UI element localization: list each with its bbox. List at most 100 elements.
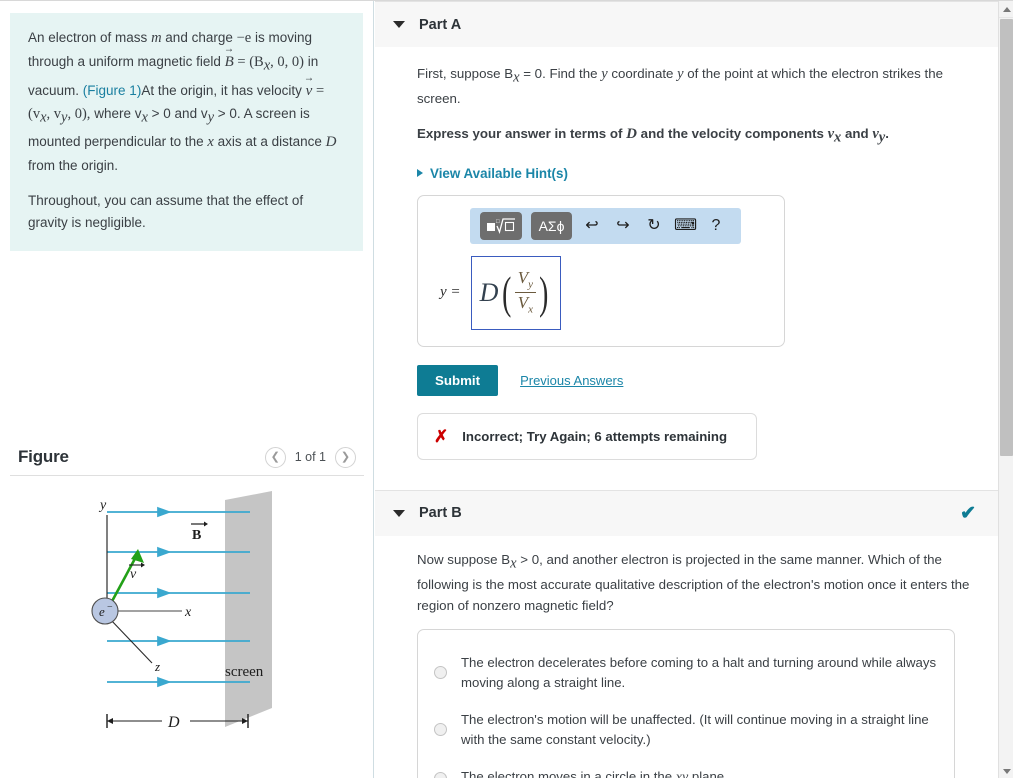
- problem-text: axis at a distance: [213, 134, 326, 150]
- svg-text:□: □: [496, 219, 500, 225]
- submit-button[interactable]: Submit: [417, 364, 499, 396]
- previous-answers-link[interactable]: Previous Answers: [520, 373, 623, 388]
- redo-arrow-icon[interactable]: ↪: [612, 217, 634, 234]
- part-b-header[interactable]: Part B ✔: [375, 489, 998, 536]
- radio-button[interactable]: [434, 771, 447, 778]
- problem-panel: An electron of mass m and charge −e is m…: [0, 1, 374, 778]
- option-text-part: plane.: [688, 769, 728, 778]
- scrollbar-track-divider: [999, 17, 1013, 18]
- problem-text: = (B: [233, 54, 264, 71]
- electron-label: e: [99, 604, 105, 619]
- symbol-charge: −e: [236, 30, 252, 46]
- questions-panel: Part A First, suppose B x = 0. Find the y…: [375, 1, 998, 778]
- numerator-var: V: [517, 268, 529, 288]
- radio-button[interactable]: [434, 723, 447, 737]
- view-hints-link[interactable]: View Available Hint(s): [417, 166, 568, 181]
- part-a-body: First, suppose B x = 0. Find the y coordi…: [375, 47, 998, 468]
- greek-symbols-button[interactable]: ΑΣϕ: [531, 211, 572, 240]
- reset-circular-arrow-icon[interactable]: ↻: [643, 217, 665, 234]
- part-a-instruction: Express your answer in terms of D and th…: [417, 123, 970, 149]
- radio-button[interactable]: [434, 666, 447, 680]
- math-toolbar: □ ΑΣϕ ↩ ↪ ↻ ⌨ ?: [470, 207, 741, 244]
- instruction-text: and the velocity components: [636, 125, 828, 141]
- scrollbar-thumb[interactable]: [1000, 19, 1013, 456]
- close-paren: ): [539, 266, 549, 318]
- question-text: = 0. Find the: [519, 66, 602, 81]
- z-axis-label: z: [154, 659, 160, 674]
- physics-figure[interactable]: e − y x z v B screen D: [0, 483, 373, 758]
- part-a-section: Part A First, suppose B x = 0. Find the y…: [375, 1, 998, 468]
- feedback-message: ✗ Incorrect; Try Again; 6 attempts remai…: [417, 412, 757, 460]
- answer-expression: D ( Vy Vx ): [480, 269, 552, 316]
- option-row[interactable]: The electron decelerates before coming t…: [434, 644, 938, 701]
- expand-caret-icon: [417, 169, 423, 178]
- part-b-question: Now suppose Bx > 0, and another electron…: [417, 550, 970, 616]
- symbol-distance-d: D: [325, 134, 337, 151]
- distance-label: D: [167, 714, 180, 731]
- answer-label: y =: [440, 284, 461, 301]
- problem-text: , 0, 0): [270, 54, 304, 71]
- answer-input-row: y = D ( Vy Vx ): [432, 255, 770, 330]
- problem-paragraph-1: An electron of mass m and charge −e is m…: [28, 27, 345, 177]
- problem-text: , v: [46, 106, 62, 123]
- option-label: The electron's motion will be unaffected…: [461, 712, 929, 747]
- page-root: An electron of mass m and charge −e is m…: [0, 0, 1013, 778]
- figure-counter: 1 of 1: [294, 450, 326, 464]
- fraction-numerator: Vy: [514, 268, 537, 294]
- velocity-label: v: [130, 567, 137, 582]
- chevron-left-icon[interactable]: ❮: [264, 446, 286, 468]
- question-text: First, suppose B: [417, 66, 514, 81]
- electron-charge-sign: −: [107, 602, 113, 613]
- part-a-header[interactable]: Part A: [375, 1, 998, 47]
- b-field-label: B: [192, 528, 201, 543]
- problem-text: > 0 and v: [147, 106, 208, 122]
- feedback-text: Incorrect; Try Again; 6 attempts remaini…: [462, 428, 728, 444]
- help-icon[interactable]: ?: [705, 217, 727, 234]
- keyboard-icon[interactable]: ⌨: [674, 217, 697, 234]
- open-paren: (: [502, 266, 512, 318]
- part-b-body: Now suppose Bx > 0, and another electron…: [375, 536, 998, 778]
- symbol-mass: m: [151, 30, 162, 46]
- answer-input-field[interactable]: D ( Vy Vx ): [470, 255, 561, 330]
- option-italic-symbol: xy: [675, 770, 689, 778]
- undo-arrow-icon[interactable]: ↩: [581, 217, 603, 234]
- figure-svg: e − y x z v B screen D: [91, 491, 272, 731]
- option-row[interactable]: The electron's motion will be unaffected…: [434, 701, 938, 758]
- part-a-question: First, suppose Bx = 0. Find the y coordi…: [417, 63, 970, 110]
- option-label: The electron decelerates before coming t…: [461, 655, 937, 690]
- collapse-caret-icon[interactable]: [393, 21, 405, 28]
- part-b-title: Part B: [419, 505, 462, 522]
- fraction-denominator: Vx: [515, 293, 536, 316]
- vertical-scrollbar[interactable]: [998, 1, 1013, 778]
- screen-label: screen: [225, 664, 264, 680]
- screen-shape: [225, 491, 272, 727]
- problem-text: from the origin.: [28, 157, 119, 173]
- checkmark-icon: ✔: [960, 502, 976, 524]
- chevron-right-icon[interactable]: ❯: [335, 446, 356, 468]
- denominator-var: V: [517, 293, 529, 313]
- collapse-caret-icon[interactable]: [393, 509, 405, 517]
- scroll-down-arrow-icon[interactable]: [999, 763, 1013, 778]
- numerator-sub: y: [528, 278, 534, 291]
- scroll-up-arrow-icon[interactable]: [999, 1, 1013, 17]
- figure-divider: [10, 475, 364, 476]
- part-a-title: Part A: [419, 16, 462, 33]
- answer-fraction: Vy Vx: [514, 268, 537, 316]
- figure-header: Figure ❮ 1 of 1 ❯: [0, 437, 373, 477]
- sqrt-icon: □: [487, 218, 515, 234]
- view-hints-label: View Available Hint(s): [430, 165, 568, 181]
- sqrt-template-button[interactable]: □: [480, 211, 522, 240]
- option-row[interactable]: The electron moves in a circle in the xy…: [434, 758, 938, 778]
- problem-paragraph-2: Throughout, you can assume that the effe…: [28, 192, 304, 230]
- question-text: Now suppose B: [417, 551, 511, 567]
- figure-reference-link[interactable]: (Figure 1): [83, 83, 142, 98]
- electron-circle: [91, 597, 119, 625]
- y-axis-label: y: [98, 498, 107, 513]
- question-text: coordinate: [607, 66, 678, 81]
- instruction-text: Express your answer in terms of: [417, 125, 627, 141]
- problem-text: An electron of mass: [28, 30, 152, 45]
- problem-statement: An electron of mass m and charge −e is m…: [10, 13, 363, 252]
- symbol-d: D: [626, 125, 637, 142]
- answer-options-list: The electron decelerates before coming t…: [417, 629, 955, 778]
- symbol-b-vector: B: [225, 50, 234, 74]
